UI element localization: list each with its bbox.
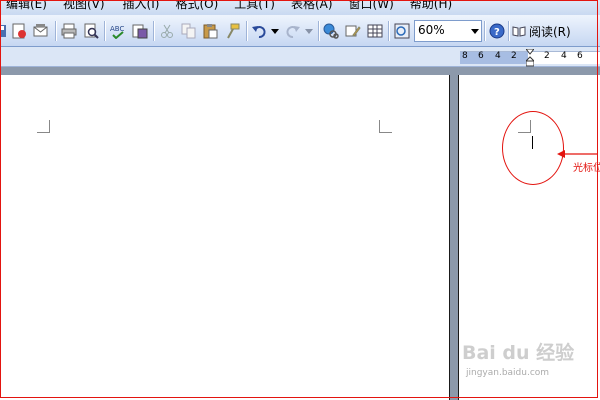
highlight-frame xyxy=(0,0,598,398)
